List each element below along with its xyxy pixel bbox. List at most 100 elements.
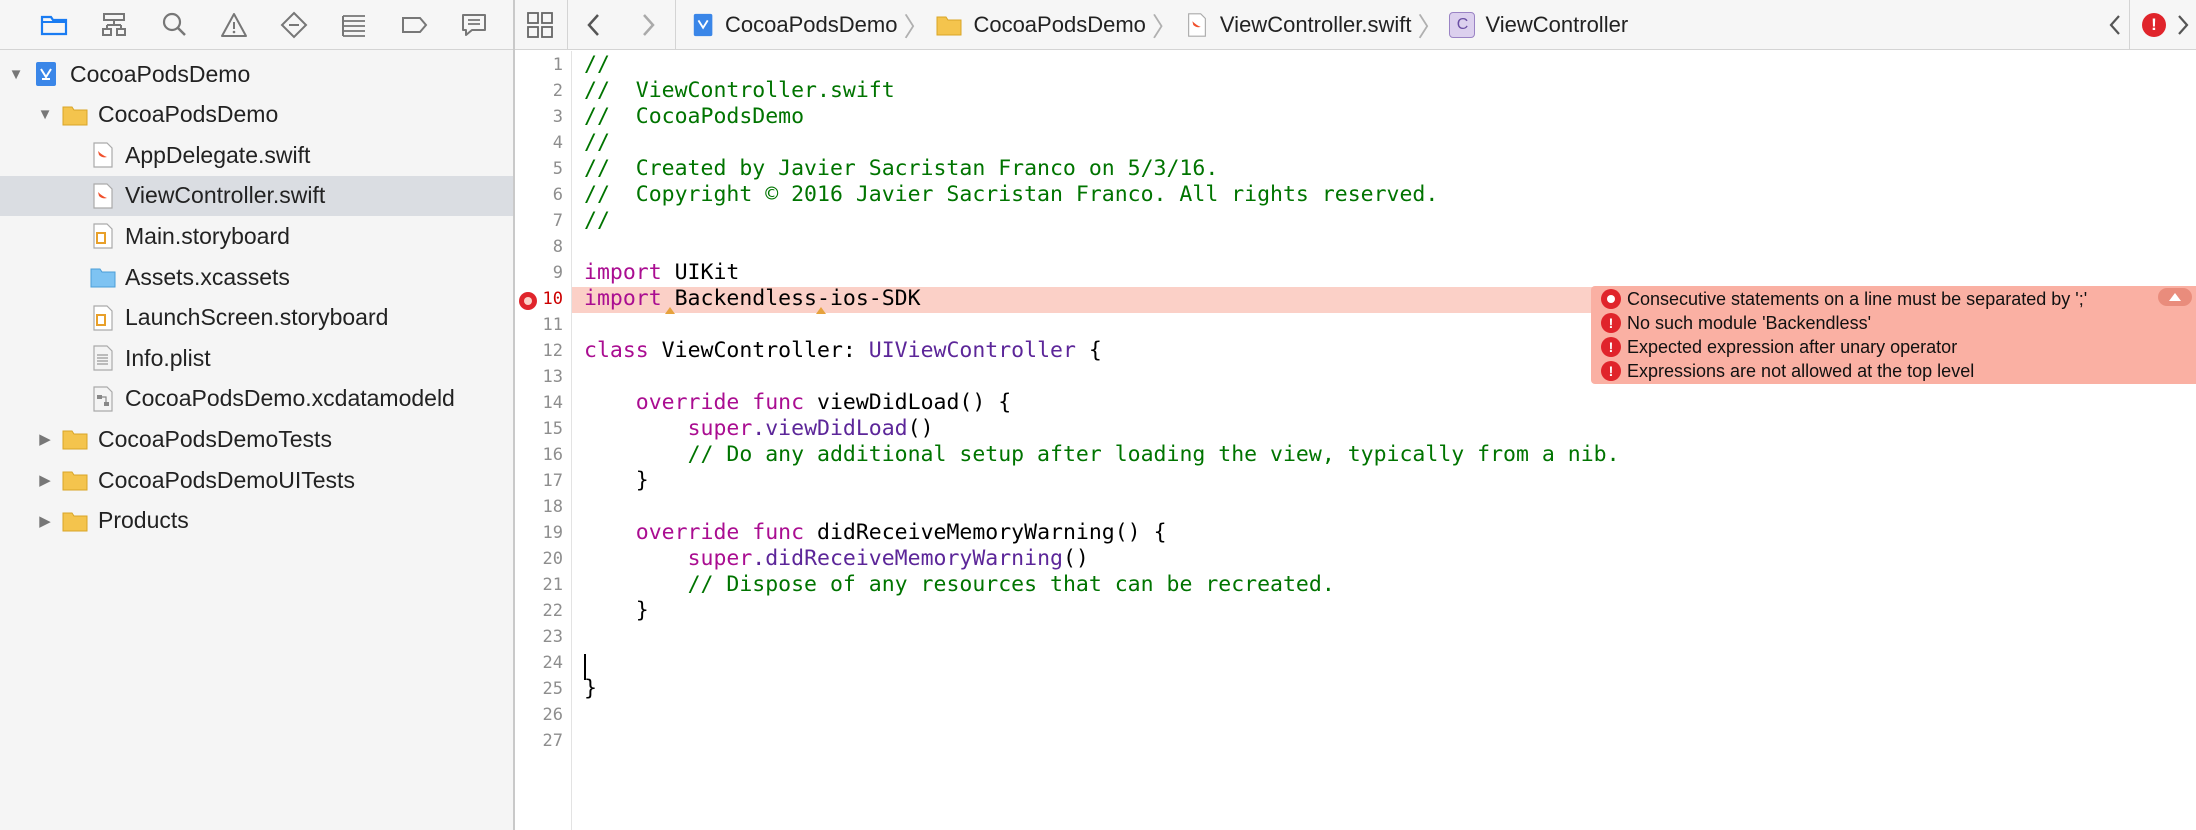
symbol-navigator-button[interactable]	[84, 5, 144, 45]
tree-item-label: Info.plist	[125, 344, 211, 371]
project-navigator-button[interactable]	[24, 5, 84, 45]
search-icon	[162, 12, 186, 36]
warning-icon	[221, 12, 247, 37]
parens: ()	[1062, 546, 1089, 571]
breadcrumb-project[interactable]: CocoaPodsDemo	[725, 12, 897, 38]
navigator-toolbar	[0, 0, 513, 50]
chevron-right-icon	[2178, 15, 2189, 35]
keyword: override	[635, 520, 740, 545]
error-message[interactable]: ! Expected expression after unary operat…	[1601, 335, 1957, 359]
tree-item-file[interactable]: CocoaPodsDemo.xcdatamodeld	[0, 379, 513, 419]
source-editor[interactable]: 1 2 3 4 5 6 7 8 9 10 11 12 13 14 15 16 17 18 19 20 21 22 23 24 2…	[515, 51, 2196, 830]
tree-item-label: Assets.xcassets	[125, 263, 290, 290]
disclosure-expanded-icon[interactable]: ▼	[36, 106, 54, 124]
disclosure-collapsed-icon[interactable]: ▶	[36, 430, 54, 448]
comment: //	[584, 208, 610, 233]
debug-navigator-button[interactable]	[324, 5, 384, 45]
tree-item-group[interactable]: ▼ CocoaPodsDemo	[0, 95, 513, 135]
tree-item-file-selected[interactable]: ViewController.swift	[0, 175, 513, 216]
tree-item-file[interactable]: AppDelegate.swift	[0, 135, 513, 175]
line-number: 7	[552, 211, 563, 231]
line-number: 25	[542, 679, 563, 699]
debug-icon	[342, 14, 365, 37]
tree-item-file[interactable]: Main.storyboard	[0, 216, 513, 256]
error-message[interactable]: Consecutive statements on a line must be…	[1601, 287, 2088, 311]
brace: {	[1075, 338, 1102, 363]
assets-folder-icon	[90, 268, 116, 288]
tree-item-group[interactable]: ▶ Products	[0, 501, 513, 541]
jump-bar: CocoaPodsDemo 〉 CocoaPodsDemo 〉 ViewCont…	[515, 0, 2196, 50]
line-number: 4	[552, 133, 563, 153]
breakpoint-navigator-button[interactable]	[384, 5, 444, 45]
error-message[interactable]: ! Expressions are not allowed at the top…	[1601, 359, 1975, 383]
line-number: 8	[552, 237, 563, 257]
breadcrumb-group[interactable]: CocoaPodsDemo	[973, 12, 1145, 38]
tree-item-file[interactable]: Info.plist	[0, 338, 513, 378]
disclosure-collapsed-icon[interactable]: ▶	[36, 471, 54, 489]
comment: // Dispose of any resources that can be …	[687, 572, 1335, 597]
previous-issue-button[interactable]	[2106, 0, 2124, 50]
tree-item-group[interactable]: ▶ CocoaPodsDemoTests	[0, 419, 513, 459]
tree-item-label: CocoaPodsDemo	[98, 101, 279, 128]
tree-item-project[interactable]: ▼ CocoaPodsDemo	[0, 54, 513, 94]
storyboard-icon	[93, 304, 113, 331]
related-items-button[interactable]	[525, 0, 555, 50]
module-name: Backendless-ios-SDK	[661, 286, 921, 311]
line-number: 23	[542, 627, 563, 647]
report-navigator-button[interactable]	[444, 5, 504, 45]
breadcrumb-symbol[interactable]: ViewController	[1485, 12, 1628, 38]
line-number: 11	[542, 315, 563, 335]
grid-icon	[527, 12, 553, 38]
keyword: super	[687, 416, 753, 441]
tree-item-file[interactable]: LaunchScreen.storyboard	[0, 298, 513, 338]
tree-item-group[interactable]: ▶ CocoaPodsDemoUITests	[0, 460, 513, 500]
back-button[interactable]	[583, 0, 605, 50]
keyword: override	[635, 390, 740, 415]
comment: // Do any additional setup after loading…	[687, 442, 1620, 467]
collapse-errors-button[interactable]	[2158, 288, 2192, 306]
find-navigator-button[interactable]	[144, 5, 204, 45]
keyword: import	[584, 286, 662, 311]
project-navigator: ▼ CocoaPodsDemo ▼ CocoaPodsDemo AppDeleg…	[0, 0, 515, 830]
issue-indicator[interactable]: !	[2142, 0, 2166, 50]
test-navigator-button[interactable]	[264, 5, 324, 45]
disclosure-collapsed-icon[interactable]: ▶	[36, 512, 54, 530]
chevron-right-icon	[643, 14, 655, 36]
error-caret-icon	[816, 307, 826, 314]
hierarchy-icon	[102, 12, 126, 36]
chevron-left-icon	[587, 14, 599, 36]
function-decl: viewDidLoad() {	[804, 390, 1012, 415]
error-text: Expressions are not allowed at the top l…	[1627, 360, 1975, 381]
test-diamond-icon	[280, 11, 308, 38]
breadcrumb-file[interactable]: ViewController.swift	[1220, 12, 1412, 38]
class-symbol-icon: C	[1449, 12, 1476, 38]
parens: ()	[907, 416, 934, 441]
tree-item-label: ViewController.swift	[125, 182, 326, 209]
tree-item-label: CocoaPodsDemoUITests	[98, 466, 355, 493]
line-number: 15	[542, 419, 563, 439]
tree-item-label: CocoaPodsDemo	[70, 60, 251, 87]
breadcrumb: CocoaPodsDemo 〉 CocoaPodsDemo 〉 ViewCont…	[691, 0, 1628, 50]
line-number: 22	[542, 601, 563, 621]
disclosure-expanded-icon[interactable]: ▼	[7, 65, 25, 83]
tree-item-file[interactable]: Assets.xcassets	[0, 257, 513, 297]
code-line: // CocoaPodsDemo	[584, 104, 804, 130]
error-circle-icon	[1601, 289, 1621, 309]
error-text: Consecutive statements on a line must be…	[1627, 288, 2088, 309]
brace: }	[635, 598, 649, 623]
folder-icon	[62, 471, 88, 491]
code-line: }	[584, 468, 649, 494]
breadcrumb-separator: 〉	[1151, 11, 1178, 42]
breadcrumb-separator: 〉	[1417, 11, 1444, 42]
report-icon	[462, 13, 486, 36]
error-message[interactable]: ! No such module 'Backendless'	[1601, 311, 1871, 335]
code-line: //	[584, 130, 610, 156]
code-line: //	[584, 208, 610, 234]
issue-navigator-button[interactable]	[204, 5, 264, 45]
line-number: 24	[542, 653, 563, 673]
code-line: override func didReceiveMemoryWarning() …	[584, 520, 1167, 546]
line-number: 21	[542, 575, 563, 595]
next-issue-button[interactable]	[2174, 0, 2192, 50]
error-panel[interactable]: Consecutive statements on a line must be…	[1591, 286, 2196, 384]
forward-button[interactable]	[637, 0, 659, 50]
